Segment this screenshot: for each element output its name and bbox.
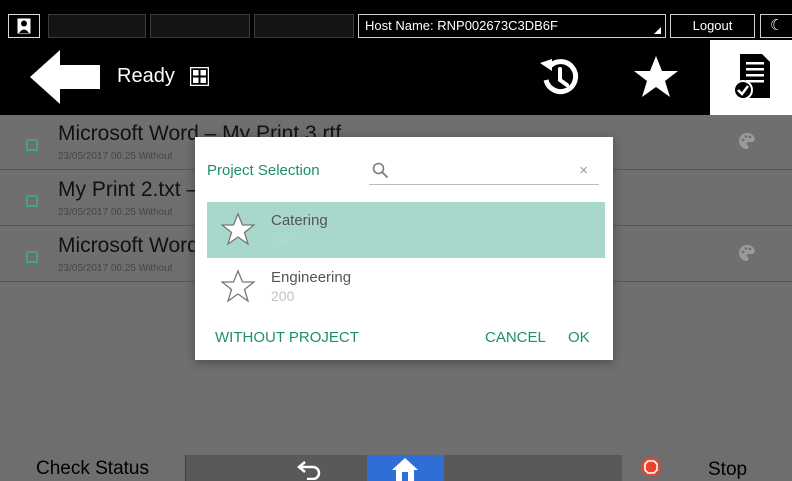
star-outline-icon [221, 269, 255, 303]
cancel-button[interactable]: CANCEL [485, 329, 546, 346]
project-name: Engineering [271, 269, 352, 286]
project-selection-dialog: Project Selection × Catering 100 Enginee… [195, 137, 613, 360]
project-item-engineering[interactable]: Engineering 200 [207, 259, 605, 315]
ok-button[interactable]: OK [568, 329, 590, 346]
project-name: Catering [271, 212, 328, 229]
project-item-catering[interactable]: Catering 100 [207, 202, 605, 258]
stop-label: Stop [708, 459, 748, 480]
header: Ready [0, 40, 792, 115]
project-number: 200 [271, 288, 295, 304]
job-details: 23/05/2017 00:25 Without [58, 151, 173, 162]
resize-corner-icon [654, 27, 661, 34]
document-tab[interactable] [710, 40, 792, 115]
host-name-label: Host Name: RNP002673C3DB6F [365, 18, 558, 33]
search-icon [372, 162, 389, 179]
return-icon[interactable] [297, 458, 323, 480]
home-button[interactable] [367, 455, 444, 481]
divider [185, 455, 186, 481]
status-segment [254, 14, 354, 38]
job-title: Microsoft Word [58, 234, 199, 257]
palette-icon [739, 133, 755, 149]
status-label: Ready [117, 65, 175, 87]
logout-button[interactable]: Logout [670, 14, 755, 38]
user-button[interactable] [8, 14, 40, 38]
status-segment [150, 14, 250, 38]
job-checkbox[interactable] [26, 139, 38, 151]
user-icon [17, 18, 31, 34]
home-icon [392, 458, 418, 481]
stop-icon [641, 457, 661, 477]
search-input[interactable] [395, 160, 565, 182]
bottom-bar: Check Status Stop [0, 455, 792, 481]
check-status-button[interactable]: Check Status [0, 455, 185, 481]
star-icon[interactable] [633, 54, 679, 100]
grid-icon[interactable] [190, 67, 209, 86]
document-check-icon [733, 54, 770, 100]
without-project-button[interactable]: WITHOUT PROJECT [215, 329, 359, 346]
job-checkbox[interactable] [26, 195, 38, 207]
job-details: 23/05/2017 00:25 Without [58, 263, 173, 274]
back-arrow-icon[interactable] [30, 50, 100, 104]
job-details: 23/05/2017 00:25 Without [58, 207, 173, 218]
status-segment [48, 14, 146, 38]
palette-icon [739, 245, 755, 261]
dialog-title: Project Selection [207, 162, 320, 179]
job-checkbox[interactable] [26, 251, 38, 263]
clear-icon[interactable]: × [579, 162, 588, 179]
stop-button[interactable]: Stop [622, 455, 792, 481]
star-outline-icon [221, 212, 255, 246]
status-bar: Host Name: RNP002673C3DB6F Logout ☾ [0, 0, 792, 40]
project-number: 100 [271, 231, 295, 247]
host-name-field: Host Name: RNP002673C3DB6F [358, 14, 666, 38]
job-title: My Print 2.txt – [58, 178, 199, 201]
moon-icon[interactable]: ☾ [760, 14, 792, 38]
history-icon[interactable] [538, 55, 580, 101]
search-field[interactable]: × [369, 157, 599, 185]
